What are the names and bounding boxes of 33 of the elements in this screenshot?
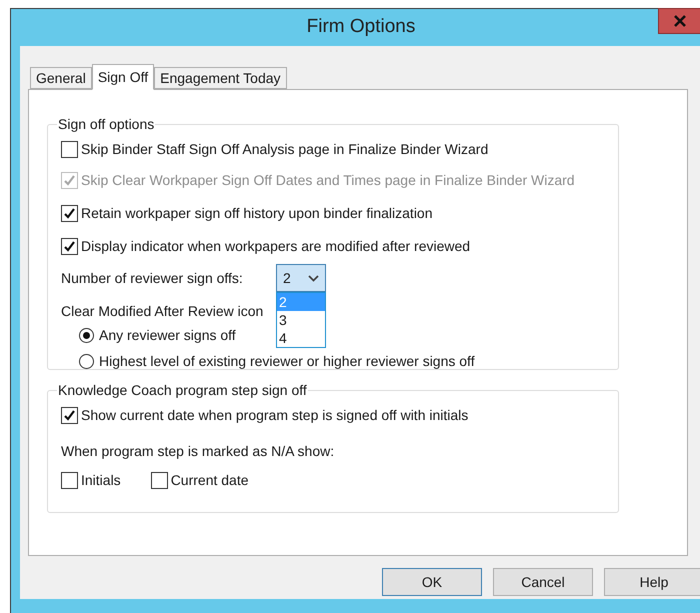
radio-button[interactable] xyxy=(79,328,94,342)
dropdown[interactable]: 2 xyxy=(276,264,326,292)
chevron-down-icon xyxy=(308,274,319,282)
field-label: Number of reviewer sign offs: xyxy=(61,268,244,288)
checkbox-label: Show current date when program step is signed off with initials xyxy=(81,406,468,425)
checkbox-label: Initials xyxy=(81,471,121,490)
checkbox[interactable] xyxy=(61,204,78,222)
checkbox[interactable] xyxy=(61,406,78,424)
tab[interactable]: Engagement Today xyxy=(154,67,287,89)
tab[interactable]: Sign Off xyxy=(92,64,154,90)
group-title: Sign off options xyxy=(57,115,156,134)
group-title: Knowledge Coach program step sign off xyxy=(57,381,308,400)
radio-label: Any reviewer signs off xyxy=(99,326,236,345)
close-button[interactable] xyxy=(658,8,700,34)
dialog-button[interactable]: Cancel xyxy=(493,568,593,596)
checkbox[interactable] xyxy=(61,140,78,158)
radio-label: Highest level of existing reviewer or higher reviewer signs off xyxy=(99,352,475,371)
checkbox[interactable] xyxy=(61,472,78,489)
checkbox[interactable] xyxy=(150,472,168,489)
section-label: When program step is marked as N/A show: xyxy=(61,442,336,461)
checkbox-label: Skip Clear Workpaper Sign Off Dates and Times page in Finalize Binder Wizard xyxy=(81,170,575,190)
close-icon xyxy=(674,15,686,27)
section-label: Clear Modified After Review icon xyxy=(61,302,264,321)
dialog-button[interactable]: OK xyxy=(382,568,482,596)
checkbox-label: Retain workpaper sign off history upon binder finalization xyxy=(81,204,433,223)
checkbox-label: Skip Binder Staff Sign Off Analysis page in Finalize Binder Wizard xyxy=(81,140,488,159)
checkbox-label: Display indicator when workpapers are modified after reviewed xyxy=(81,236,470,256)
tab[interactable]: General xyxy=(30,67,92,89)
checkbox[interactable] xyxy=(61,238,78,254)
radio-button[interactable] xyxy=(79,354,94,368)
window-title: Firm Options xyxy=(306,15,416,40)
checkbox-label: Current date xyxy=(170,471,249,490)
dialog-button[interactable]: Help xyxy=(604,568,700,596)
